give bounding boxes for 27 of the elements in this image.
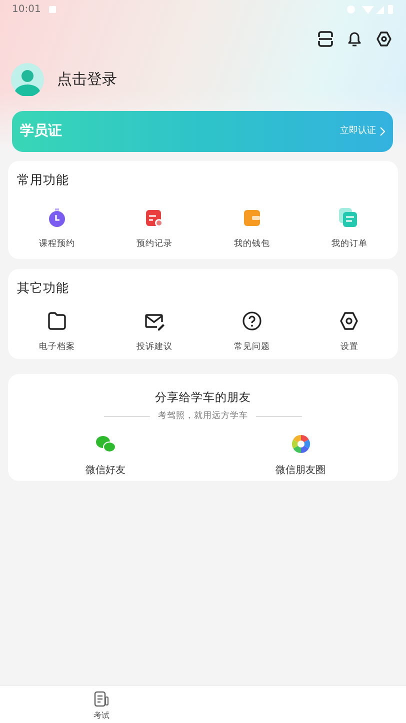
chevron-right-icon xyxy=(380,127,385,136)
share-title: 分享给学车的朋友 xyxy=(155,390,251,404)
aperture-icon xyxy=(290,432,312,455)
share-target[interactable]: 微信朋友圈 xyxy=(203,432,398,478)
section-title: 其它功能 xyxy=(16,279,70,297)
status-time: 10:01 xyxy=(12,2,41,16)
function-item[interactable]: 课程预约 xyxy=(8,206,106,250)
folder-icon xyxy=(46,310,68,332)
section-title: 常用功能 xyxy=(16,171,70,189)
share-subtitle: 考驾照，就用远方学车 xyxy=(158,410,248,423)
function-item[interactable]: 我的订单 xyxy=(300,206,398,250)
settings-icon xyxy=(338,310,360,332)
status-icons-drawing xyxy=(346,4,394,14)
settings-icon[interactable] xyxy=(376,31,392,47)
function-item[interactable]: 电子档案 xyxy=(8,310,106,354)
function-item[interactable]: 预约记录 xyxy=(106,206,203,250)
scan-icon[interactable] xyxy=(318,31,333,47)
help-icon xyxy=(240,310,263,332)
document-icon xyxy=(94,691,109,707)
function-item[interactable]: 投诉建议 xyxy=(106,310,203,354)
function-item[interactable]: 设置 xyxy=(300,310,398,354)
student-card-title: 学员证 xyxy=(20,122,62,141)
function-item[interactable]: 常见问题 xyxy=(203,310,300,354)
login-link[interactable]: 点击登录 xyxy=(57,68,117,90)
share-target[interactable]: 微信好友 xyxy=(8,432,203,478)
bell-icon[interactable] xyxy=(347,31,362,47)
function-item[interactable]: 我的钱包 xyxy=(203,206,300,250)
